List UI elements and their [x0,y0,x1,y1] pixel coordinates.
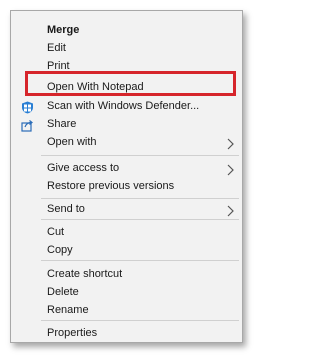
windows-defender-icon [21,100,34,114]
menu-item-restore-previous-versions[interactable]: Restore previous versions [11,175,242,197]
menu-item-label: Copy [47,244,73,256]
menu-item-send-to[interactable]: Send to [11,198,242,220]
chevron-right-icon [226,203,234,217]
menu-item-label: Rename [47,304,89,316]
menu-separator [41,219,239,220]
menu-item-label: Restore previous versions [47,180,175,192]
menu-item-open-with[interactable]: Open with [11,131,242,153]
menu-item-label: Send to [47,203,85,215]
menu-item-label: Open with [47,136,97,148]
menu-separator [41,155,239,156]
menu-item-rename[interactable]: Rename [11,299,242,321]
chevron-right-icon [226,162,234,176]
context-menu: Merge Edit Print Open With Notepad Scan … [10,10,243,343]
menu-item-copy[interactable]: Copy [11,239,242,261]
share-icon [21,118,34,132]
highlight-box [25,71,236,96]
menu-separator [41,320,239,321]
chevron-right-icon [226,136,234,150]
menu-item-properties[interactable]: Properties [11,322,242,344]
menu-separator [41,260,239,261]
menu-item-label: Properties [47,327,98,339]
